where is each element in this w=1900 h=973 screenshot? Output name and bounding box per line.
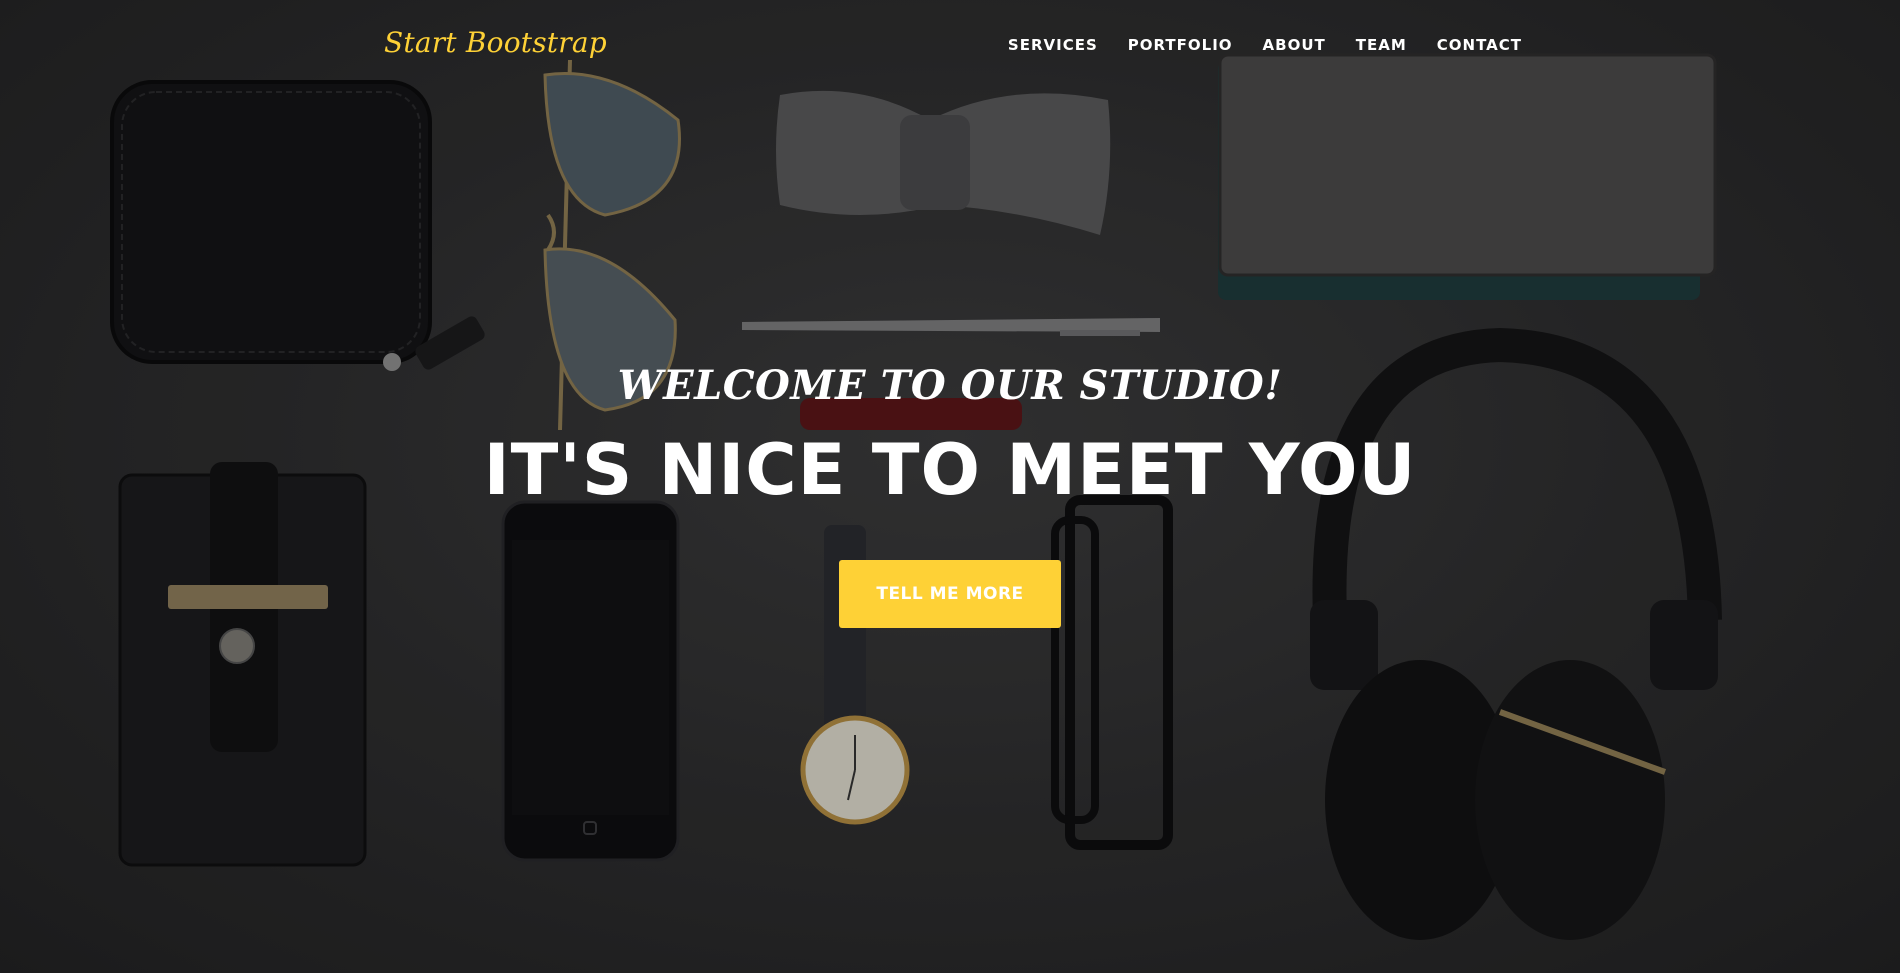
nav-item-contact: CONTACT: [1437, 36, 1522, 55]
nav-link-portfolio[interactable]: PORTFOLIO: [1128, 36, 1233, 54]
brand-logo[interactable]: Start Bootstrap: [384, 26, 607, 59]
navbar: Start Bootstrap SERVICES PORTFOLIO ABOUT…: [0, 0, 1900, 92]
intro-heading: IT'S NICE TO MEET YOU: [483, 429, 1417, 511]
nav-item-team: TEAM: [1356, 36, 1407, 55]
nav-link-team[interactable]: TEAM: [1356, 36, 1407, 54]
nav-link-about[interactable]: ABOUT: [1263, 36, 1326, 54]
hero-section: Start Bootstrap SERVICES PORTFOLIO ABOUT…: [0, 0, 1900, 973]
nav-link-services[interactable]: SERVICES: [1008, 36, 1098, 54]
nav-item-portfolio: PORTFOLIO: [1128, 36, 1233, 55]
nav-link-contact[interactable]: CONTACT: [1437, 36, 1522, 54]
intro-text: WELCOME TO OUR STUDIO! IT'S NICE TO MEET…: [0, 356, 1900, 628]
nav-menu: SERVICES PORTFOLIO ABOUT TEAM CONTACT: [978, 36, 1522, 55]
nav-item-services: SERVICES: [1008, 36, 1098, 55]
tell-me-more-button[interactable]: TELL ME MORE: [839, 560, 1061, 628]
nav-item-about: ABOUT: [1263, 36, 1326, 55]
intro-lead-in: WELCOME TO OUR STUDIO!: [617, 362, 1283, 409]
